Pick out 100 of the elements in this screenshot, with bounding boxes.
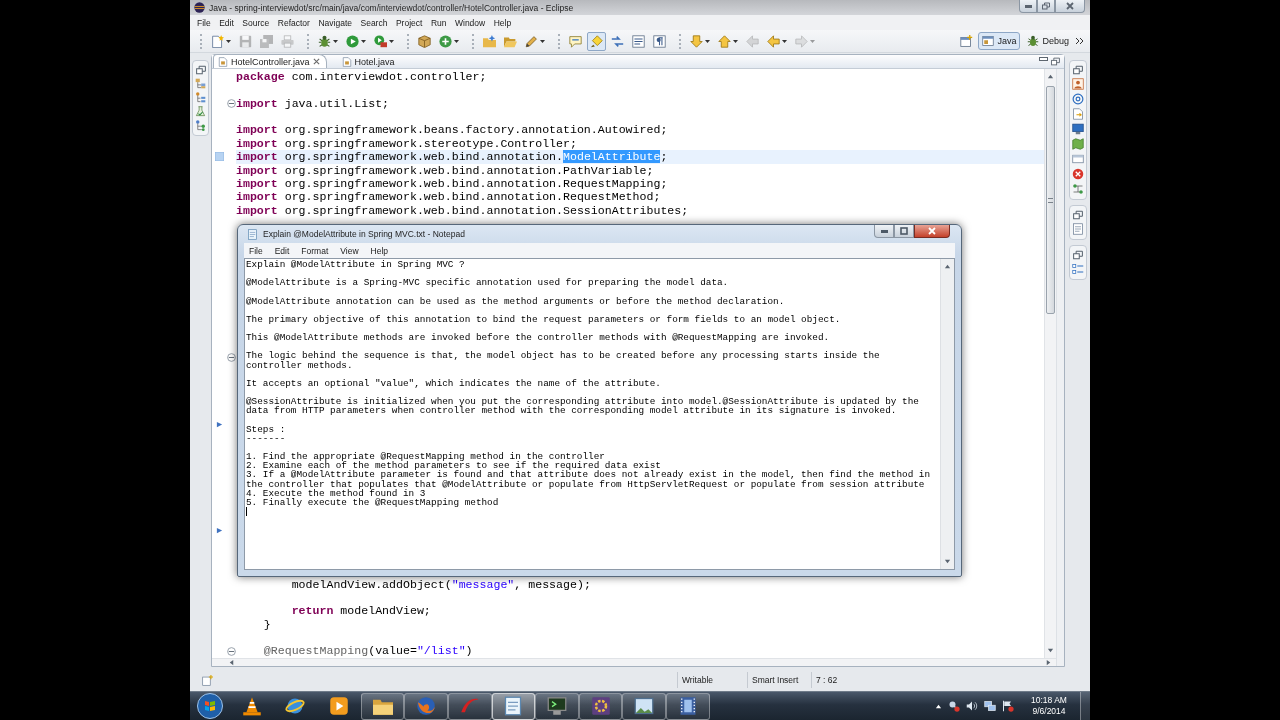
step-line: 2. Examine each of the method parameters to see if the required data exist <box>246 461 661 471</box>
maximize-button[interactable] <box>894 225 914 238</box>
notepad-title: Explain @ModelAttribute in Spring MVC.txt - Notepad <box>263 229 465 239</box>
file-icon <box>218 56 228 67</box>
horizontal-scrollbar[interactable] <box>212 658 1056 666</box>
document-icon <box>1071 223 1084 235</box>
close-icon <box>312 58 320 65</box>
vertical-scrollbar[interactable] <box>940 259 954 569</box>
code-line: import org.springframework.web.bind.annotation.RequestMapping; <box>236 176 669 191</box>
step-line: 3. If a @ModelAttribute parameter is found and that attribute does not already exist in the model, then find the method in the controller that populates that @ModelAttribute or populate from HttpServletRequest or populate from session attribute <box>246 470 932 489</box>
taskbar-button[interactable] <box>535 692 579 720</box>
play-toolbox-icon <box>374 34 387 48</box>
close-button[interactable] <box>914 225 950 238</box>
window-icon <box>982 35 995 47</box>
vertical-scrollbar[interactable] <box>1044 69 1056 658</box>
menu-item[interactable]: Format <box>296 245 334 256</box>
menu-item[interactable]: Source <box>242 17 274 28</box>
restore-icon <box>1072 250 1083 260</box>
notepad-paragraph: @ModelAttribute annotation can be used as the method arguments or before the method declaration. <box>246 296 786 306</box>
taskbar-button[interactable] <box>360 692 405 720</box>
minimize-button[interactable] <box>874 225 894 238</box>
minimize-icon <box>880 229 888 233</box>
menu-item[interactable]: Refactor <box>277 17 315 28</box>
monitor-icon <box>1071 123 1084 135</box>
notepad-paragraph: Explain @ModelAttribute in Spring MVC ? <box>246 260 466 270</box>
sphere-icon <box>194 2 205 13</box>
restore-icon <box>1072 210 1083 220</box>
play-icon <box>329 696 349 716</box>
restore-icon <box>1051 57 1060 66</box>
triangle-marker-icon <box>215 527 223 535</box>
menu-item[interactable]: Help <box>365 245 394 256</box>
open-folder-icon <box>504 34 517 48</box>
menu-item[interactable]: File <box>197 17 216 28</box>
menu-item[interactable]: File <box>244 245 268 256</box>
scrollbar-thumb[interactable] <box>1046 86 1055 314</box>
code-line: import org.springframework.web.bind.annotation.SessionAttributes; <box>236 203 690 217</box>
steps-heading: Steps : <box>246 424 287 434</box>
menu-item[interactable]: Edit <box>269 245 295 256</box>
code-line: import org.springframework.beans.factory.annotation.Autowired; <box>236 123 669 137</box>
taskbar-button[interactable] <box>578 692 623 720</box>
editor-tab[interactable]: HotelController.java <box>213 54 327 68</box>
check-flask-icon <box>195 106 206 117</box>
taskbar-time: 10:18 AM <box>1031 695 1067 706</box>
triangle-marker-icon <box>215 420 223 428</box>
restore-icon <box>195 65 206 75</box>
status-field: Writable <box>677 672 747 688</box>
notepad-paragraph: The logic behind the sequence is that, the model object has to be created before any processing starts inside the controller methods. <box>246 351 881 370</box>
menu-item[interactable]: Navigate <box>318 17 357 28</box>
window-icon <box>1071 153 1084 165</box>
triangle-down-icon <box>1047 647 1054 654</box>
code-line: import java.util.List; <box>236 96 391 111</box>
notepad-paragraph: This @ModelAttribute methods are invoked before the controller methods with @RequestMapping are invoked. <box>246 333 831 343</box>
notepad-icon <box>503 696 524 716</box>
status-field: Smart Insert <box>747 672 811 688</box>
text-caret <box>246 507 247 517</box>
perspective-button[interactable]: Debug <box>1023 32 1073 50</box>
window-title: Java - spring-interviewdot/src/main/java/com/interviewdot/controller/HotelController.java - Eclipse <box>209 2 574 13</box>
taskbar-button[interactable] <box>622 692 666 720</box>
start-orb-icon[interactable] <box>197 693 223 719</box>
list-icon <box>1071 263 1084 275</box>
triangle-right-icon <box>1045 659 1052 666</box>
show-desktop-button[interactable] <box>1080 692 1090 720</box>
menu-item[interactable]: Edit <box>219 17 239 28</box>
code-line: package com.interviewdot.controller; <box>236 70 488 84</box>
right-arrow-icon <box>795 34 808 48</box>
highlighter-icon <box>590 34 603 48</box>
code-line: import org.springframework.web.bind.annotation.RequestMethod; <box>236 190 662 204</box>
notepad-paragraph: The primary objective of this annotation to bind the request parameters or form fields to an model object. <box>246 314 842 325</box>
taskbar-button[interactable] <box>665 692 710 720</box>
menu-item[interactable]: Run <box>430 17 451 28</box>
triangle-up-icon <box>944 263 951 270</box>
menu-item[interactable]: Help <box>493 17 516 28</box>
minus-circle-icon <box>226 352 236 362</box>
menu-item[interactable]: Window <box>455 17 490 28</box>
monitor-icon <box>546 696 567 716</box>
minimize-button[interactable] <box>1019 0 1037 13</box>
traffic-cone-icon <box>241 696 262 716</box>
menu-item[interactable]: Project <box>395 17 427 28</box>
file-icon <box>341 56 352 67</box>
close-button[interactable] <box>1055 0 1085 13</box>
perspective-button[interactable]: Java <box>978 32 1021 50</box>
minimize-icon <box>1039 57 1048 62</box>
editor-tab[interactable]: Hotel.java <box>336 54 402 68</box>
menu-item[interactable]: Search <box>360 17 392 28</box>
taskbar-button[interactable] <box>491 692 536 720</box>
menu-item[interactable]: View <box>335 245 364 256</box>
globe-icon <box>285 696 306 716</box>
text-block-icon <box>632 34 645 48</box>
up-arrow-icon <box>718 34 731 48</box>
status-field: 7 : 62 <box>811 672 878 688</box>
nodes-icon <box>1071 183 1084 195</box>
network-error-icon <box>948 700 960 712</box>
code-line: import org.springframework.stereotype.Controller; <box>236 136 578 151</box>
bug-icon <box>318 34 331 48</box>
gear-tile-icon <box>590 696 611 716</box>
restore-button[interactable] <box>1037 0 1055 13</box>
package-icon <box>418 34 431 48</box>
map-icon <box>1071 138 1084 150</box>
printer-icon <box>281 34 294 48</box>
code-line: return modelAndView; <box>290 604 432 618</box>
